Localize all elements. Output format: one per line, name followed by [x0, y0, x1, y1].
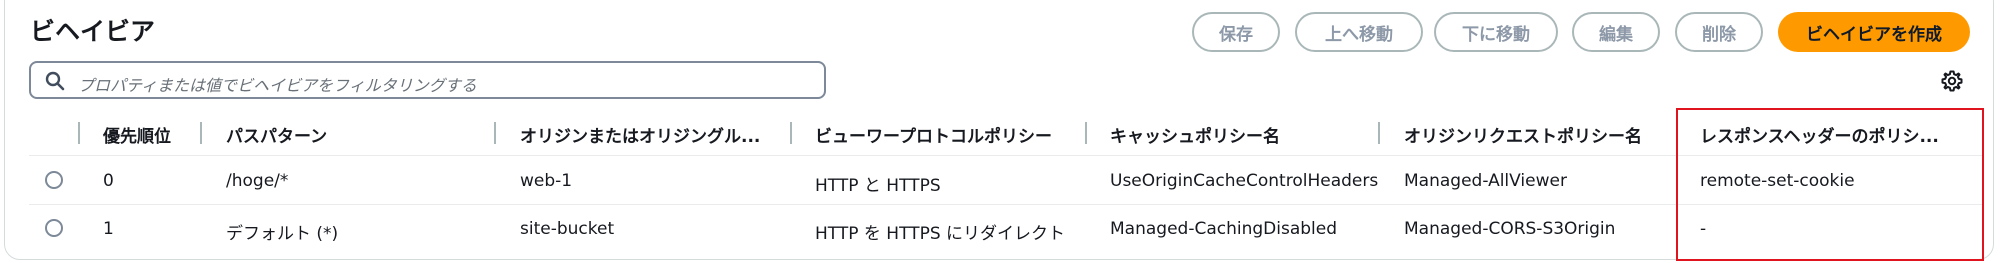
table-cell-origin-request-policy: Managed-CORS-S3Origin: [1404, 219, 1616, 239]
table-cell-cache-policy: Managed-CachingDisabled: [1110, 219, 1338, 239]
table-cell-priority: 0: [103, 171, 114, 191]
row-select-radio[interactable]: [45, 171, 63, 189]
search-placeholder: プロパティまたは値でビヘイビアをフィルタリングする: [78, 76, 477, 95]
column-divider: [78, 122, 80, 144]
column-header-response-headers-policy[interactable]: レスポンスヘッダーのポリシ...: [1700, 122, 1939, 147]
column-divider[interactable]: [1085, 122, 1087, 144]
table-cell-priority: 1: [103, 219, 114, 239]
column-divider[interactable]: [790, 122, 792, 144]
page-title: ビヘイビア: [30, 17, 156, 46]
search-input[interactable]: プロパティまたは値でビヘイビアをフィルタリングする: [29, 61, 826, 99]
table-cell-response-headers-policy: remote-set-cookie: [1700, 171, 1855, 191]
column-header-cache-policy[interactable]: キャッシュポリシー名: [1110, 122, 1280, 147]
create-behavior-button[interactable]: ビヘイビアを作成: [1778, 12, 1970, 52]
table-cell-path-pattern: /hoge/*: [226, 171, 289, 191]
row-select-radio[interactable]: [45, 219, 63, 237]
column-header-origin-request-policy[interactable]: オリジンリクエストポリシー名: [1404, 122, 1642, 147]
row-divider: [29, 204, 1984, 205]
table-cell-viewer-protocol: HTTP を HTTPS にリダイレクト: [815, 224, 1066, 244]
column-header-priority[interactable]: 優先順位: [103, 122, 171, 147]
delete-button[interactable]: 削除: [1675, 12, 1763, 52]
column-header-origin[interactable]: オリジンまたはオリジングル...: [520, 122, 760, 147]
column-divider[interactable]: [1676, 122, 1678, 144]
table-cell-viewer-protocol: HTTP と HTTPS: [815, 176, 941, 196]
column-divider[interactable]: [200, 122, 202, 144]
table-cell-origin-request-policy: Managed-AllViewer: [1404, 171, 1567, 191]
move-down-button[interactable]: 下に移動: [1434, 12, 1558, 52]
column-divider[interactable]: [494, 122, 496, 144]
column-divider[interactable]: [1378, 122, 1380, 144]
table-cell-origin: site-bucket: [520, 219, 615, 239]
table-cell-origin: web-1: [520, 171, 573, 191]
gear-icon[interactable]: [1940, 69, 1964, 93]
table-cell-path-pattern: デフォルト (*): [226, 224, 339, 244]
table-header-border: [29, 155, 1984, 156]
table-cell-response-headers-policy: -: [1700, 219, 1707, 239]
save-button[interactable]: 保存: [1192, 12, 1280, 52]
search-icon: [45, 71, 65, 91]
table-cell-cache-policy: UseOriginCacheControlHeaders: [1110, 171, 1379, 191]
column-header-viewer-protocol[interactable]: ビューワープロトコルポリシー: [815, 122, 1052, 147]
edit-button[interactable]: 編集: [1572, 12, 1660, 52]
column-header-path-pattern[interactable]: パスパターン: [226, 122, 327, 147]
move-up-button[interactable]: 上へ移動: [1295, 12, 1423, 52]
